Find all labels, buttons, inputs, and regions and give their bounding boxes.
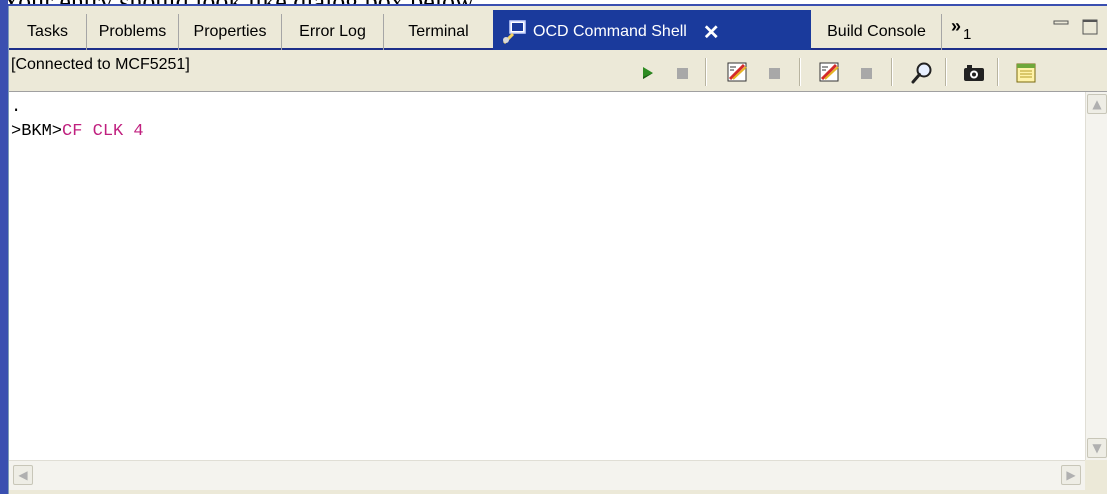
scroll-up-icon[interactable]: ▲ xyxy=(1087,94,1107,114)
console-command: CF CLK 4 xyxy=(62,122,144,141)
tab-properties[interactable]: Properties xyxy=(179,14,282,50)
camera-icon xyxy=(964,65,984,81)
edit-icon xyxy=(819,62,839,82)
search-icon xyxy=(911,62,932,84)
stop-button-2[interactable] xyxy=(761,60,787,86)
tab-build-console[interactable]: Build Console xyxy=(812,14,942,50)
tab-ocd-command-shell-label: OCD Command Shell xyxy=(533,23,687,40)
close-icon[interactable]: ✕ xyxy=(703,20,720,45)
minimize-icon[interactable] xyxy=(1049,16,1075,38)
scroll-right-icon[interactable]: ▶ xyxy=(1061,465,1081,485)
console-prompt: >BKM> xyxy=(11,122,63,141)
scrollbar-corner xyxy=(1085,460,1107,490)
ocd-shell-icon xyxy=(502,20,526,45)
tab-problems[interactable]: Problems xyxy=(87,14,179,50)
horizontal-scrollbar[interactable]: ◀ ▶ xyxy=(9,460,1085,490)
console-prompt: . xyxy=(11,98,22,117)
page: Your entry should look like dialog box b… xyxy=(0,0,1107,494)
scroll-down-icon[interactable]: ▼ xyxy=(1087,438,1107,458)
toolbar-separator xyxy=(891,58,893,86)
overflow-count: 1 xyxy=(963,26,972,43)
stop-button[interactable] xyxy=(669,60,695,86)
snapshot-button[interactable] xyxy=(961,60,987,86)
tab-tasks[interactable]: Tasks xyxy=(9,14,87,50)
stop-icon xyxy=(861,68,872,79)
run-button[interactable] xyxy=(635,60,661,86)
connection-status: [Connected to MCF5251] xyxy=(11,56,190,73)
toolbar-separator xyxy=(705,58,707,86)
stop-button-3[interactable] xyxy=(853,60,879,86)
left-accent-border xyxy=(0,0,8,494)
stop-icon xyxy=(769,68,780,79)
edit-button-2[interactable] xyxy=(817,60,843,86)
edit-button-1[interactable] xyxy=(725,60,751,86)
toolbar-separator xyxy=(799,58,801,86)
vertical-scrollbar[interactable]: ▲ ▼ xyxy=(1085,92,1107,460)
tab-error-log[interactable]: Error Log xyxy=(282,14,384,50)
ocd-shell-view: Tasks Problems Properties Error Log Term… xyxy=(8,6,1107,494)
scroll-left-icon[interactable]: ◀ xyxy=(13,465,33,485)
search-button[interactable] xyxy=(909,60,935,86)
overflow-chevron-icon[interactable]: » xyxy=(951,16,961,37)
toolbar-separator xyxy=(945,58,947,86)
notes-icon xyxy=(1016,63,1036,83)
console-line: >BKM>CF CLK 4 xyxy=(11,120,1085,144)
console-output[interactable]: . >BKM>CF CLK 4 xyxy=(9,92,1085,460)
run-icon xyxy=(643,67,653,79)
tab-ocd-command-shell[interactable]: OCD Command Shell ✕ xyxy=(493,14,793,50)
maximize-icon[interactable] xyxy=(1079,16,1101,38)
notes-button[interactable] xyxy=(1013,60,1039,86)
shell-toolbar: [Connected to MCF5251] xyxy=(9,50,1107,92)
console-line: . xyxy=(11,96,1085,120)
toolbar-separator xyxy=(997,58,999,86)
tab-strip: Tasks Problems Properties Error Log Term… xyxy=(9,10,1107,50)
tab-terminal[interactable]: Terminal xyxy=(384,14,493,50)
stop-icon xyxy=(677,68,688,79)
edit-icon xyxy=(727,62,747,82)
